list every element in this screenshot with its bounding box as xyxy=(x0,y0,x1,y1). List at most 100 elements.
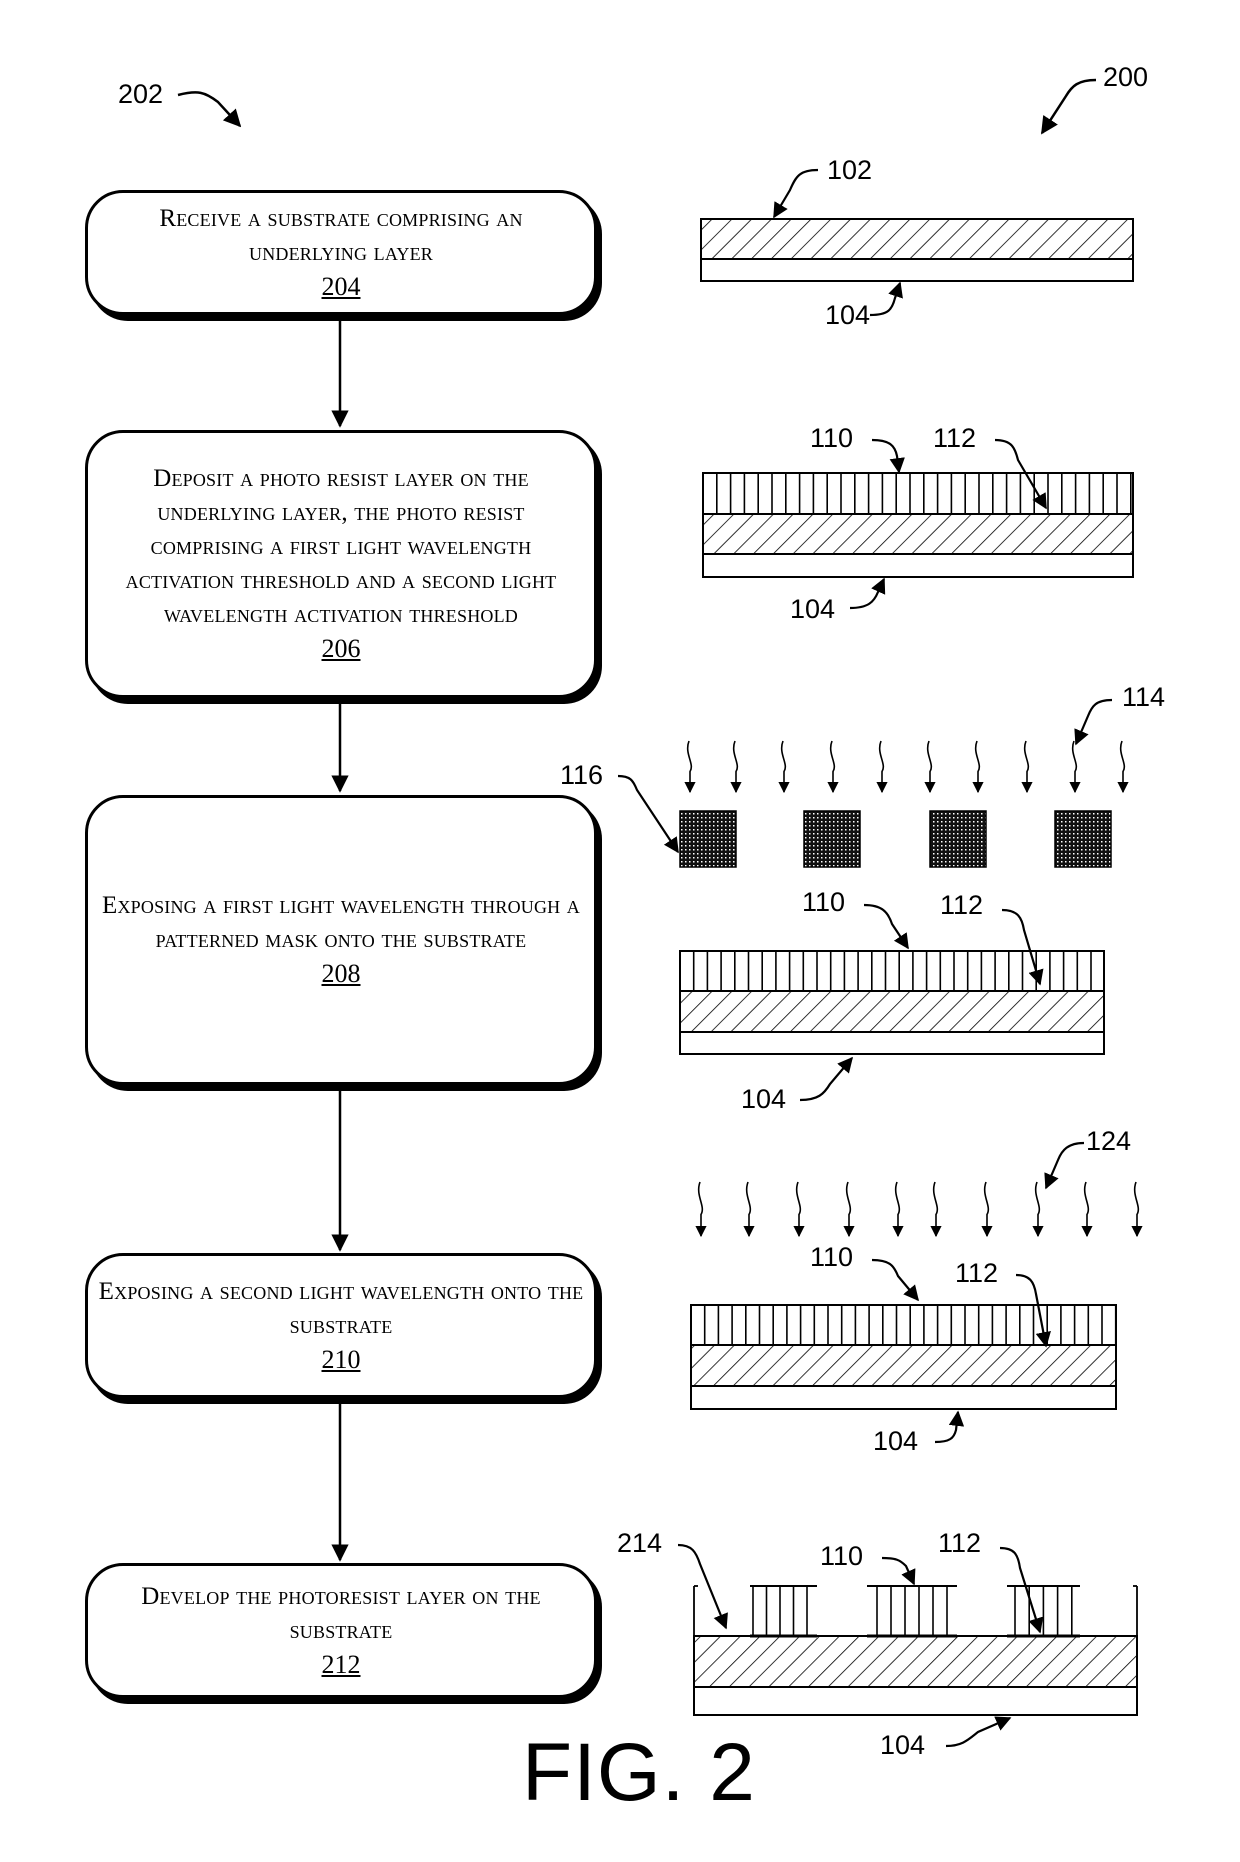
step-box-210: Exposing a second light wavelength onto … xyxy=(85,1253,597,1398)
light-ray-arrow xyxy=(827,740,839,794)
underlying-layer-112 xyxy=(693,1635,1138,1688)
step-text: Develop the photoresist layer on the sub… xyxy=(141,1582,541,1644)
light-ray-arrow xyxy=(684,740,696,794)
light-rays-124 xyxy=(695,1181,1143,1238)
ref-102: 102 xyxy=(827,155,873,185)
ref-110: 110 xyxy=(820,1541,864,1571)
leader-116 xyxy=(617,774,679,854)
light-ray-arrow xyxy=(1032,1181,1044,1238)
leader-104 xyxy=(799,1056,853,1102)
light-ray-arrow xyxy=(1117,740,1129,794)
light-ray-arrow xyxy=(1021,740,1033,794)
ref-104: 104 xyxy=(825,300,871,330)
stage-2-cross-section xyxy=(702,438,1134,610)
light-ray-arrow xyxy=(843,1181,855,1238)
substrate-104 xyxy=(700,258,1134,282)
underlying-layer-102 xyxy=(700,218,1134,260)
light-ray-arrow xyxy=(930,1181,942,1238)
step-number: 212 xyxy=(321,1649,361,1679)
step-number: 210 xyxy=(321,1344,361,1374)
leader-124 xyxy=(1044,1141,1085,1190)
method-ref-arrow xyxy=(177,91,242,128)
ref-104: 104 xyxy=(741,1084,787,1114)
leader-112 xyxy=(999,1546,1044,1634)
mask-block xyxy=(803,810,861,868)
light-ray-arrow xyxy=(778,740,790,794)
light-ray-arrow xyxy=(1131,1181,1143,1238)
resist-pillar xyxy=(1007,1585,1080,1636)
step-number: 208 xyxy=(321,959,361,988)
photoresist-110 xyxy=(679,950,1105,992)
leader-214 xyxy=(677,1543,728,1630)
ref-112: 112 xyxy=(940,890,984,920)
leader-110 xyxy=(871,438,905,474)
light-ray-arrow xyxy=(730,740,742,794)
light-rays-114 xyxy=(684,740,1129,794)
light-ray-arrow xyxy=(876,740,888,794)
light-ray-arrow xyxy=(972,740,984,794)
light-ray-arrow xyxy=(743,1181,755,1238)
mask-block-116 xyxy=(679,810,737,868)
leader-114 xyxy=(1074,698,1113,746)
step-text: Receive a substrate comprising an underl… xyxy=(159,204,523,266)
photoresist-110 xyxy=(690,1304,1117,1346)
step-text: Deposit a photo resist layer on the unde… xyxy=(125,465,557,628)
light-ray-arrow xyxy=(1069,740,1081,794)
substrate-104 xyxy=(679,1031,1105,1055)
ref-214: 214 xyxy=(617,1528,663,1558)
light-ray-arrow xyxy=(793,1181,805,1238)
step-text: Exposing a second light wavelength onto … xyxy=(98,1277,584,1339)
ref-110: 110 xyxy=(810,423,854,453)
substrate-104 xyxy=(693,1686,1138,1716)
substrate-104 xyxy=(702,553,1134,578)
ref-112: 112 xyxy=(933,423,977,453)
ref-112: 112 xyxy=(938,1528,982,1558)
underlying-layer-112 xyxy=(679,990,1105,1033)
underlying-layer-112 xyxy=(690,1344,1117,1387)
ref-112: 112 xyxy=(955,1258,999,1288)
structure-ref-label: 200 xyxy=(1103,62,1149,92)
step-number: 204 xyxy=(321,271,361,301)
ref-104: 104 xyxy=(873,1426,919,1456)
structure-ref-arrow xyxy=(1040,78,1097,135)
step-number: 206 xyxy=(321,634,361,663)
ref-104: 104 xyxy=(790,594,836,624)
ref-124: 124 xyxy=(1086,1126,1132,1156)
substrate-104 xyxy=(690,1385,1117,1410)
stage-1-cross-section xyxy=(700,168,1134,317)
leader-104 xyxy=(934,1410,965,1444)
underlying-layer-112 xyxy=(702,513,1134,555)
light-ray-arrow xyxy=(924,740,936,794)
light-ray-arrow xyxy=(892,1181,904,1238)
light-ray-arrow xyxy=(1081,1181,1093,1238)
step-box-212: Develop the photoresist layer on the sub… xyxy=(85,1563,597,1698)
leader-110 xyxy=(863,903,909,950)
step-box-208: Exposing a first light wavelength throug… xyxy=(85,795,597,1085)
leader-104 xyxy=(869,281,903,317)
ref-104: 104 xyxy=(880,1730,926,1760)
stage-4-cross-section xyxy=(690,1141,1143,1444)
figure-title: FIG. 2 xyxy=(522,1727,756,1818)
method-ref-label: 202 xyxy=(118,79,164,109)
leader-104 xyxy=(945,1716,1012,1748)
resist-pillar xyxy=(750,1585,817,1636)
ref-110: 110 xyxy=(810,1242,854,1272)
leader-104 xyxy=(849,577,886,610)
step-box-204: Receive a substrate comprising an underl… xyxy=(85,190,597,315)
light-ray-arrow xyxy=(695,1181,707,1238)
ref-110: 110 xyxy=(802,887,846,917)
ref-114: 114 xyxy=(1122,682,1166,712)
resist-pillar xyxy=(867,1585,957,1636)
leader-110 xyxy=(881,1556,916,1586)
mask-block xyxy=(929,810,987,868)
photoresist-110 xyxy=(702,472,1134,515)
ref-116: 116 xyxy=(560,760,604,790)
step-box-206: Deposit a photo resist layer on the unde… xyxy=(85,430,597,698)
stage-3-cross-section xyxy=(617,698,1129,1102)
leader-102 xyxy=(773,168,819,219)
step-text: Exposing a first light wavelength throug… xyxy=(101,892,581,953)
mask-block xyxy=(1054,810,1112,868)
stage-5-cross-section xyxy=(677,1543,1138,1748)
leader-110 xyxy=(871,1258,919,1302)
light-ray-arrow xyxy=(981,1181,993,1238)
